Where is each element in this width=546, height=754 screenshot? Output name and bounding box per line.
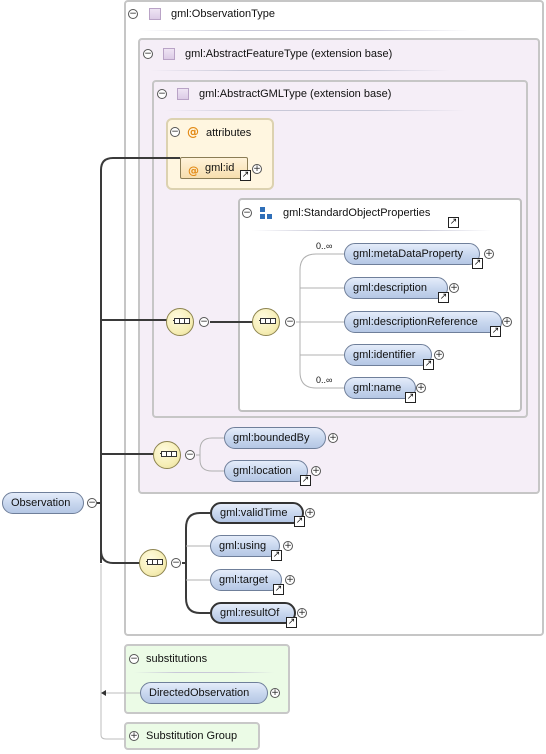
sequence-compositor-icon[interactable] — [166, 308, 194, 336]
type-icon — [163, 48, 175, 60]
arrow-ne-icon[interactable]: ↗ — [240, 170, 251, 181]
attribute-label: gml:id — [205, 162, 235, 174]
header-divider — [252, 230, 492, 231]
arrow-ne-icon[interactable]: ↗ — [286, 617, 297, 628]
sequence-compositor-icon[interactable] — [252, 308, 280, 336]
sequence-compositor-icon[interactable] — [153, 441, 181, 469]
arrow-ne-icon[interactable]: ↗ — [438, 292, 449, 303]
expand-icon[interactable]: + — [252, 164, 262, 174]
collapse-sequence-icon[interactable]: − — [199, 317, 209, 327]
collapse-sequence-icon[interactable]: − — [171, 558, 181, 568]
header-divider — [134, 672, 274, 673]
collapse-attributes-icon[interactable]: − — [170, 127, 180, 137]
element-identifier[interactable]: gml:identifier — [344, 344, 432, 366]
element-description[interactable]: gml:description — [344, 277, 448, 299]
element-observation[interactable]: Observation — [2, 492, 84, 514]
element-description-reference[interactable]: gml:descriptionReference — [344, 311, 502, 333]
element-bounded-by[interactable]: gml:boundedBy — [224, 427, 326, 449]
header-divider — [140, 30, 470, 31]
collapse-abstract-gml-icon[interactable]: − — [157, 89, 167, 99]
expand-icon[interactable]: + — [270, 688, 280, 698]
arrow-ne-icon[interactable]: ↗ — [271, 550, 282, 561]
element-label: Observation — [11, 497, 71, 509]
arrow-ne-icon[interactable]: ↗ — [472, 258, 483, 269]
at-sign-icon: @ — [187, 125, 199, 139]
collapse-sequence-icon[interactable]: − — [185, 450, 195, 460]
element-valid-time[interactable]: gml:validTime — [210, 502, 304, 524]
expand-icon[interactable]: + — [449, 283, 459, 293]
collapse-substitutions-icon[interactable]: − — [129, 654, 139, 664]
observation-type-title: gml:ObservationType — [171, 8, 275, 20]
attribute-gml-id[interactable]: @ gml:id — [180, 157, 248, 179]
abstract-gml-type-title: gml:AbstractGMLType (extension base) — [199, 88, 392, 100]
arrow-ne-icon[interactable]: ↗ — [294, 516, 305, 527]
element-label: gml:boundedBy — [233, 432, 310, 444]
abstract-feature-type-title: gml:AbstractFeatureType (extension base) — [185, 48, 393, 60]
standard-object-properties-title: gml:StandardObjectProperties — [283, 207, 431, 219]
sequence-compositor-icon[interactable] — [139, 549, 167, 577]
element-metadata-property[interactable]: gml:metaDataProperty — [344, 243, 480, 265]
element-label: gml:resultOf — [220, 607, 280, 619]
attributes-title: attributes — [206, 127, 252, 139]
expand-icon[interactable]: + — [311, 466, 321, 476]
expand-icon[interactable]: + — [484, 249, 494, 259]
element-using[interactable]: gml:using — [210, 535, 280, 557]
collapse-observation-icon[interactable]: − — [87, 498, 97, 508]
expand-icon[interactable]: + — [416, 383, 426, 393]
expand-icon[interactable]: + — [283, 541, 293, 551]
expand-icon[interactable]: + — [328, 433, 338, 443]
expand-icon[interactable]: + — [297, 608, 307, 618]
collapse-sequence-icon[interactable]: − — [285, 317, 295, 327]
model-group-icon — [260, 207, 272, 219]
cardinality-label: 0..∞ — [316, 241, 333, 251]
expand-icon[interactable]: + — [434, 350, 444, 360]
element-label: gml:target — [219, 574, 268, 586]
expand-substitution-group-icon[interactable]: + — [129, 731, 139, 741]
element-label: gml:validTime — [220, 507, 288, 519]
element-label: gml:metaDataProperty — [353, 248, 464, 260]
element-label: gml:name — [353, 382, 402, 394]
arrow-ne-icon[interactable]: ↗ — [423, 359, 434, 370]
arrow-ne-icon[interactable]: ↗ — [273, 584, 284, 595]
element-directed-observation[interactable]: DirectedObservation — [140, 682, 268, 704]
arrow-ne-icon[interactable]: ↗ — [300, 475, 311, 486]
element-label: DirectedObservation — [149, 687, 250, 699]
element-label: gml:using — [219, 540, 267, 552]
type-icon — [149, 8, 161, 20]
collapse-observation-type-icon[interactable]: − — [128, 9, 138, 19]
element-label: gml:descriptionReference — [353, 316, 478, 328]
expand-icon[interactable]: + — [305, 508, 315, 518]
arrow-ne-icon[interactable]: ↗ — [405, 392, 416, 403]
arrow-ne-icon[interactable]: ↗ — [448, 217, 459, 228]
element-location[interactable]: gml:location — [224, 460, 308, 482]
element-target[interactable]: gml:target — [210, 569, 282, 591]
expand-icon[interactable]: + — [285, 575, 295, 585]
element-label: gml:identifier — [353, 349, 416, 361]
header-divider — [150, 70, 450, 71]
cardinality-label: 0..∞ — [316, 375, 333, 385]
header-divider — [165, 110, 465, 111]
substitutions-title: substitutions — [146, 653, 208, 665]
expand-icon[interactable]: + — [502, 317, 512, 327]
at-sign-icon: @ — [188, 164, 199, 177]
arrow-ne-icon[interactable]: ↗ — [490, 326, 501, 337]
collapse-standard-object-icon[interactable]: − — [242, 208, 252, 218]
type-icon — [177, 88, 189, 100]
substitution-group-title: Substitution Group — [146, 730, 238, 742]
element-result-of[interactable]: gml:resultOf — [210, 602, 296, 624]
element-label: gml:location — [233, 465, 292, 477]
element-label: gml:description — [353, 282, 427, 294]
collapse-abstract-feature-icon[interactable]: − — [143, 49, 153, 59]
